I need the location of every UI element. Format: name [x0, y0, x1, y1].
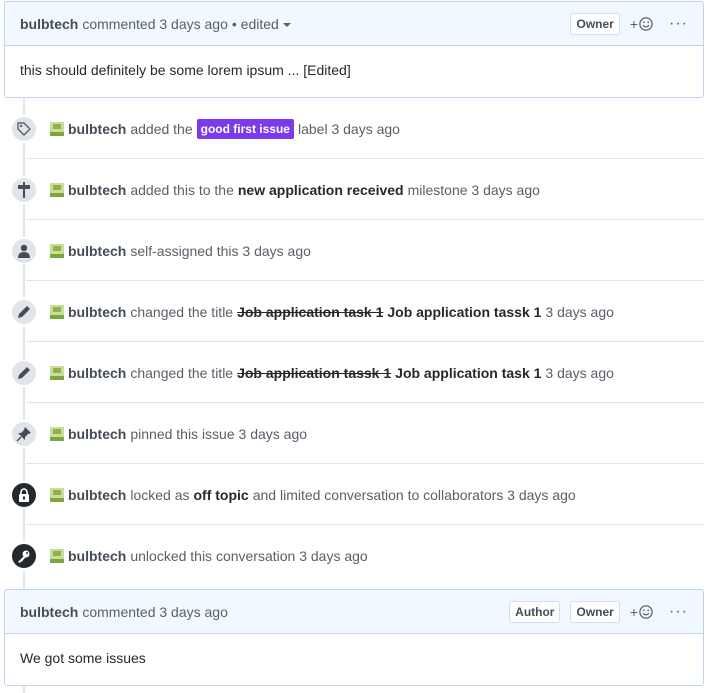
event-text: milestone 3 days ago	[407, 181, 540, 198]
event-author[interactable]: bulbtech	[68, 182, 126, 198]
event-highlight[interactable]: new application received	[238, 182, 404, 198]
event-text: unlocked this conversation 3 days ago	[130, 547, 368, 564]
timeline-event: bulbtech unlocked this conversation 3 day…	[0, 525, 704, 586]
old-title: Job application tassk 1	[237, 364, 392, 381]
owner-badge: Owner	[570, 12, 620, 35]
comment-timestamp[interactable]: commented 3 days ago	[82, 16, 228, 32]
timeline-event: bulbtech changed the title Job application…	[0, 281, 704, 342]
kebab-menu-icon[interactable]: ···	[669, 15, 688, 33]
pencil-icon	[10, 297, 38, 326]
comment-2: bulbtech commented 3 days ago Author Own…	[4, 589, 704, 686]
event-author[interactable]: bulbtech	[68, 365, 126, 381]
add-reaction-button[interactable]: +	[630, 16, 653, 32]
key-icon	[10, 541, 38, 570]
event-author[interactable]: bulbtech	[68, 487, 126, 503]
comment-body: We got some issues	[20, 650, 146, 666]
event-text: added this to the	[130, 181, 234, 198]
event-text: and limited conversation to collaborator…	[252, 486, 576, 503]
event-highlight: Job application task 1	[395, 364, 542, 381]
avatar[interactable]	[50, 548, 64, 563]
event-highlight: Job application tassk 1	[387, 303, 542, 320]
edited-dropdown[interactable]: • edited	[232, 16, 291, 32]
old-title: Job application task 1	[237, 303, 384, 320]
comment-1: bulbtech commented 3 days ago • edited O…	[4, 1, 704, 98]
milestone-icon	[10, 175, 38, 204]
timeline-event: bulbtech added this to the new application…	[0, 159, 704, 220]
pin-icon	[10, 419, 38, 448]
comment-body: this should definitely be some lorem ips…	[20, 62, 351, 78]
timeline-event: bulbtech added the good first issue label 3…	[0, 98, 704, 159]
timeline-event: bulbtech locked as off topic and limited co…	[0, 464, 704, 525]
person-icon	[10, 236, 38, 265]
plus-label: +	[629, 15, 639, 32]
timeline-event: bulbtech changed the title Job application…	[0, 342, 704, 403]
smiley-icon	[639, 604, 653, 619]
avatar[interactable]	[50, 182, 64, 197]
avatar[interactable]	[50, 487, 64, 502]
pencil-icon	[10, 358, 38, 387]
avatar[interactable]	[50, 121, 64, 136]
tag-icon	[10, 114, 38, 143]
avatar[interactable]	[50, 426, 64, 441]
event-author[interactable]: bulbtech	[68, 121, 126, 137]
comment-author[interactable]: bulbtech	[20, 16, 78, 32]
event-text: 3 days ago	[545, 364, 614, 381]
edited-label: • edited	[231, 15, 279, 32]
avatar[interactable]	[50, 304, 64, 319]
event-text: self-assigned this 3 days ago	[130, 242, 311, 259]
timeline-line	[23, 686, 25, 693]
event-author[interactable]: bulbtech	[68, 304, 126, 320]
kebab-menu-icon[interactable]: ···	[669, 603, 688, 621]
caret-down-icon	[282, 22, 291, 27]
plus-label: +	[629, 603, 639, 620]
avatar[interactable]	[50, 365, 64, 380]
event-author[interactable]: bulbtech	[68, 548, 126, 564]
comment-timestamp[interactable]: commented 3 days ago	[82, 604, 228, 620]
event-text: locked as	[130, 486, 190, 503]
comment-author[interactable]: bulbtech	[20, 604, 78, 620]
smiley-icon	[639, 16, 653, 31]
add-reaction-button[interactable]: +	[630, 604, 653, 620]
event-text: added the	[130, 120, 193, 137]
timeline-event: bulbtech self-assigned this 3 days ago	[0, 220, 704, 281]
issue-label[interactable]: good first issue	[196, 118, 294, 139]
event-text: changed the title	[130, 364, 234, 381]
comment-header: bulbtech commented 3 days ago Author Own…	[5, 590, 703, 634]
event-text: changed the title	[130, 303, 234, 320]
event-highlight: off topic	[193, 486, 249, 503]
owner-badge: Owner	[570, 600, 620, 623]
lock-icon	[10, 480, 38, 509]
avatar[interactable]	[50, 243, 64, 258]
event-author[interactable]: bulbtech	[68, 426, 126, 442]
event-text: 3 days ago	[545, 303, 614, 320]
comment-header: bulbtech commented 3 days ago • edited O…	[5, 2, 703, 46]
event-text: label 3 days ago	[297, 120, 400, 137]
timeline-event: bulbtech pinned this issue 3 days ago	[0, 403, 704, 464]
author-badge: Author	[509, 600, 561, 623]
event-author[interactable]: bulbtech	[68, 243, 126, 259]
event-text: pinned this issue 3 days ago	[130, 425, 308, 442]
